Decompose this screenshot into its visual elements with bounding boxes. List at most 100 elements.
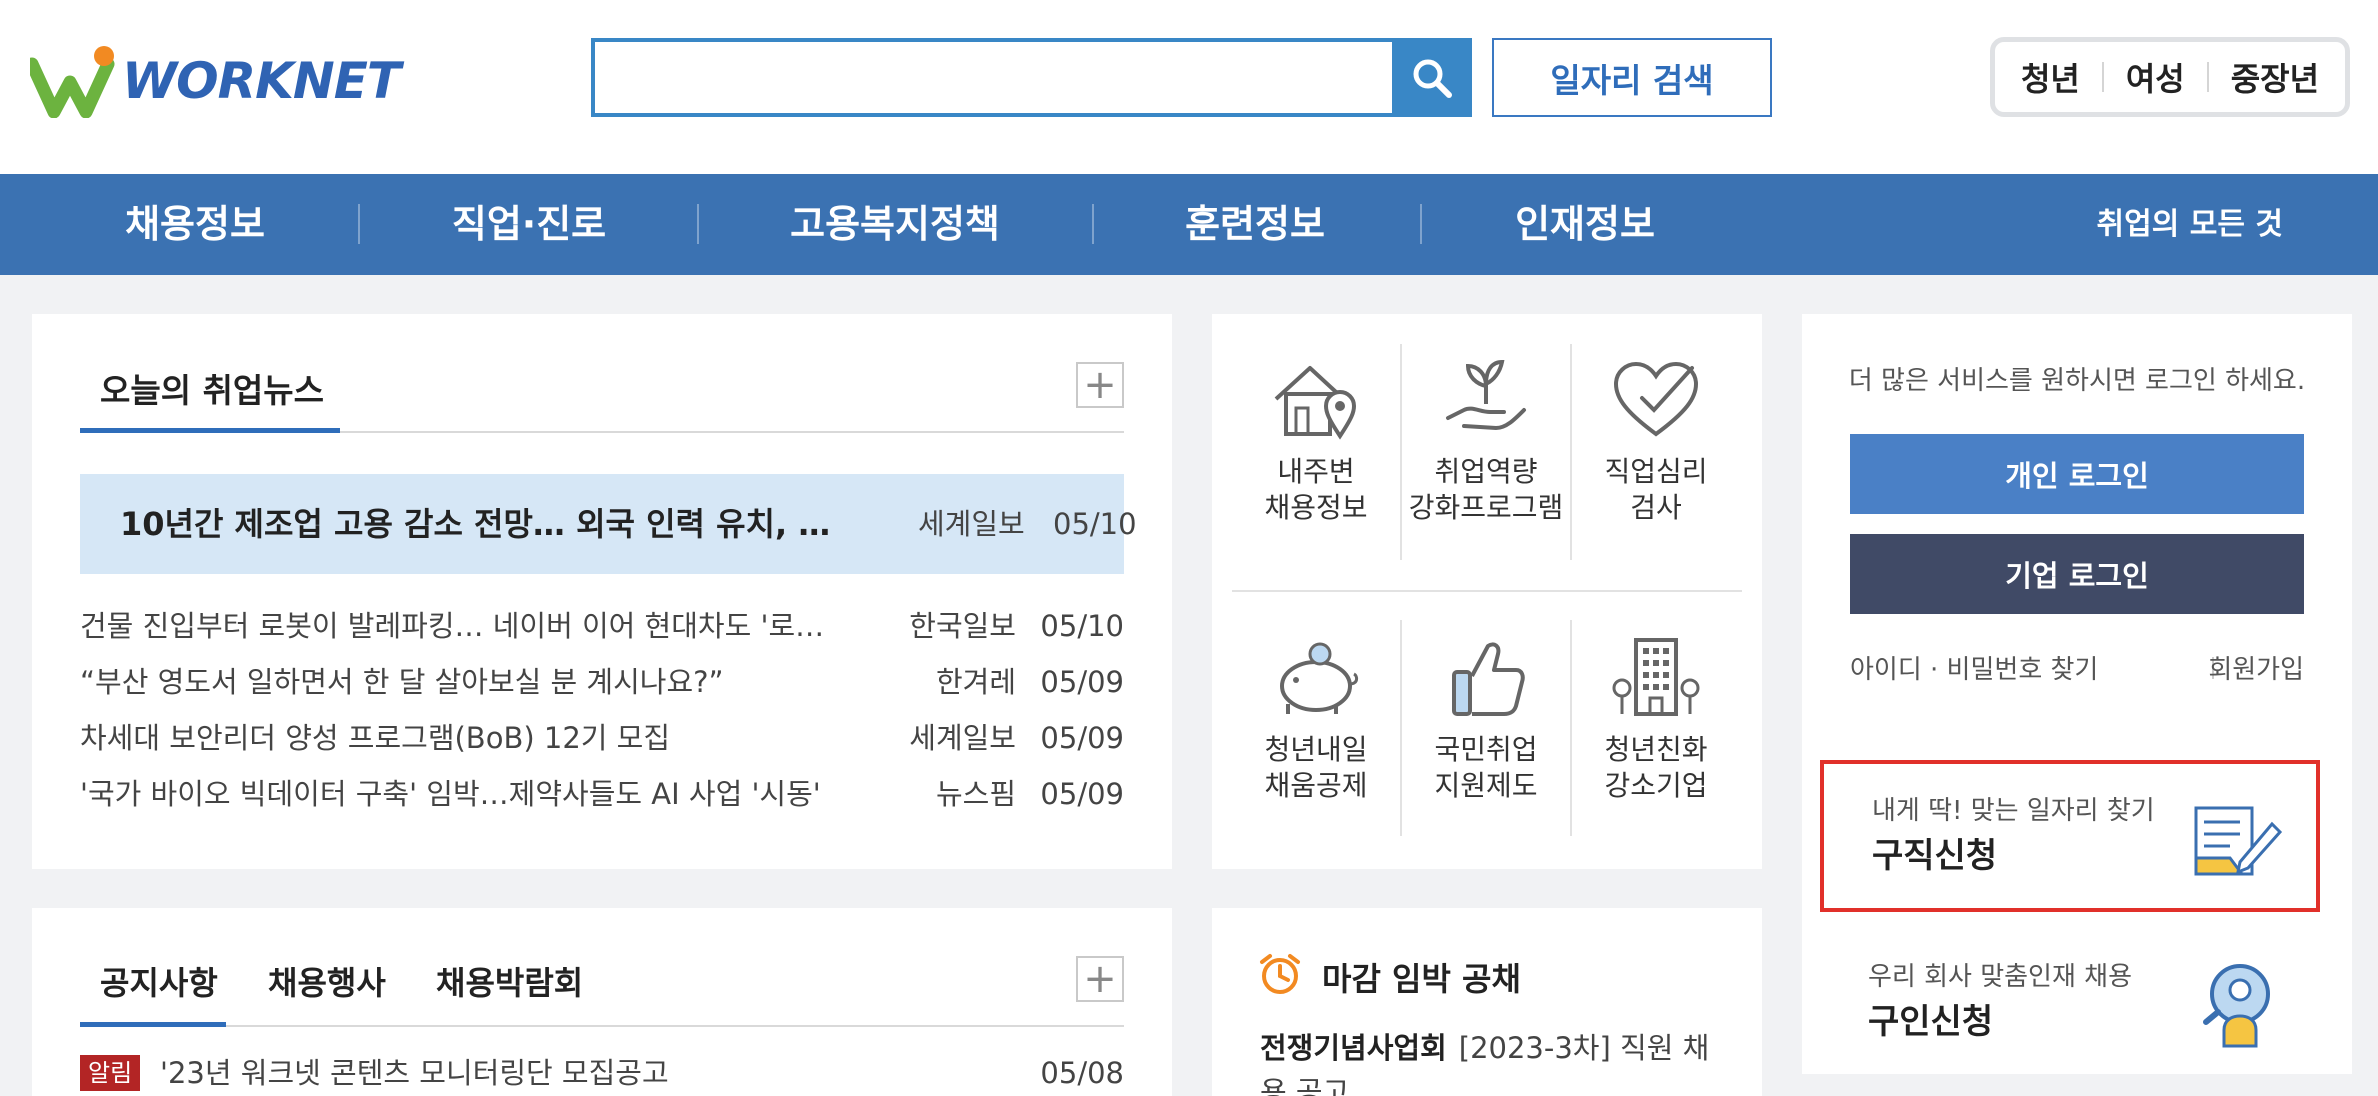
- job-application-title: 구직신청: [1872, 836, 1998, 876]
- news-item-title: “부산 영도서 일하면서 한 달 살아보실 분 계시나요?”: [80, 665, 724, 699]
- notice-more-button[interactable]: +: [1076, 956, 1124, 1002]
- building-icon: [1612, 638, 1700, 716]
- notice-item-title: '23년 워크넷 콘텐츠 모니터링단 모집공고: [160, 1056, 669, 1090]
- service-label-line1: 취업역량: [1434, 455, 1538, 488]
- service-label-line2: 채움공제: [1264, 769, 1368, 802]
- news-item-date: 05/09: [1040, 777, 1124, 811]
- sprout-hand-icon: [1446, 359, 1526, 431]
- nav-all-about-jobs[interactable]: 취업의 모든 것: [2097, 174, 2284, 275]
- news-headline[interactable]: 10년간 제조업 고용 감소 전망… 외국 인력 유치, … 세계일보 05/1…: [80, 474, 1137, 574]
- nav-divider: [1420, 204, 1422, 244]
- login-links: 아이디 · 비밀번호 찾기 회원가입: [1850, 649, 2304, 689]
- deadline-title: 마감 임박 공채: [1322, 960, 1521, 998]
- headline-date: 05/10: [1053, 507, 1137, 541]
- search-button[interactable]: [1392, 38, 1472, 117]
- deadline-panel: 마감 임박 공채 전쟁기념사업회 [2023-3차] 직원 채용 공고: [1212, 908, 1762, 1096]
- service-youth-friendly-company[interactable]: 청년친화 강소기업: [1572, 632, 1740, 842]
- job-application-subtitle: 내게 딱! 맞는 일자리 찾기: [1872, 796, 2155, 826]
- personal-login-button[interactable]: 개인 로그인: [1850, 434, 2304, 514]
- notice-badge: 알림: [80, 1055, 141, 1091]
- signup-link[interactable]: 회원가입: [2208, 649, 2304, 686]
- divider: [1232, 590, 1742, 592]
- divider: [80, 1025, 1124, 1027]
- news-title[interactable]: 오늘의 취업뉴스: [100, 364, 324, 412]
- news-item-title: 차세대 보안리더 양성 프로그램(BoB) 12기 모집: [80, 721, 671, 755]
- recruitment-application-card[interactable]: 우리 회사 맞춤인재 채용 구인신청: [1820, 918, 2320, 1070]
- recruitment-application-subtitle: 우리 회사 맞춤인재 채용: [1868, 962, 2132, 992]
- news-item[interactable]: 차세대 보안리더 양성 프로그램(BoB) 12기 모집 세계일보 05/09: [80, 716, 1124, 760]
- job-application-card[interactable]: 내게 딱! 맞는 일자리 찾기 구직신청: [1820, 760, 2320, 912]
- active-tab-indicator: [80, 1022, 226, 1027]
- search-box: [591, 38, 1472, 117]
- header: WORKNET 일자리 검색 청년 여성 중장년: [0, 0, 2378, 174]
- tab-job-fairs[interactable]: 채용박람회: [436, 958, 583, 1004]
- find-id-password-link[interactable]: 아이디 · 비밀번호 찾기: [1850, 649, 2098, 686]
- quick-link-middle-aged[interactable]: 중장년: [2209, 54, 2341, 100]
- search-icon: [1413, 59, 1452, 98]
- service-capacity-program[interactable]: 취업역량 강화프로그램: [1402, 354, 1570, 564]
- deadline-item-org: 전쟁기념사업회: [1260, 1031, 1447, 1065]
- service-label-line2: 채용정보: [1264, 491, 1368, 524]
- piggy-bank-icon: [1280, 642, 1359, 714]
- news-item-title: 건물 진입부터 로봇이 발레파킹… 네이버 이어 현대차도 '로…: [80, 609, 825, 643]
- thumbs-up-icon: [1452, 642, 1525, 716]
- nav-item-training[interactable]: 훈련정보: [1150, 174, 1360, 275]
- nav-item-career[interactable]: 직업·진로: [420, 174, 638, 275]
- headline-source: 세계일보: [918, 507, 1025, 541]
- plus-icon: +: [1083, 362, 1117, 408]
- news-item-source: 뉴스핌: [935, 777, 1016, 811]
- news-panel: 오늘의 취업뉴스 + 10년간 제조업 고용 감소 전망… 외국 인력 유치, …: [32, 314, 1172, 869]
- service-nearby-jobs[interactable]: 내주변 채용정보: [1232, 354, 1400, 564]
- news-item[interactable]: “부산 영도서 일하면서 한 달 살아보실 분 계시나요?” 한겨레 05/09: [80, 660, 1124, 704]
- login-message: 더 많은 서비스를 원하시면 로그인 하세요.: [1848, 366, 2306, 396]
- nav-divider: [1092, 204, 1094, 244]
- recruitment-application-title: 구인신청: [1868, 1002, 1994, 1042]
- quick-link-youth[interactable]: 청년: [1999, 54, 2102, 100]
- company-login-button[interactable]: 기업 로그인: [1850, 534, 2304, 614]
- news-item-source: 세계일보: [909, 721, 1016, 755]
- logo-mark-icon: [25, 42, 130, 119]
- news-item-title: '국가 바이오 빅데이터 구축' 임박…제약사들도 AI 사업 '시동': [80, 777, 821, 811]
- nav-divider: [697, 204, 699, 244]
- news-item-date: 05/09: [1040, 665, 1124, 699]
- notice-item[interactable]: 알림 '23년 워크넷 콘텐츠 모니터링단 모집공고 05/08: [80, 1053, 1124, 1093]
- login-panel: 더 많은 서비스를 원하시면 로그인 하세요. 개인 로그인 기업 로그인 아이…: [1802, 314, 2352, 1074]
- house-location-icon: [1274, 366, 1357, 440]
- news-item-date: 05/10: [1040, 609, 1124, 643]
- nav-item-talent[interactable]: 인재정보: [1480, 174, 1690, 275]
- news-item[interactable]: 건물 진입부터 로봇이 발레파킹… 네이버 이어 현대차도 '로… 한국일보 0…: [80, 604, 1124, 648]
- news-item-source: 한겨레: [935, 665, 1016, 699]
- service-youth-savings[interactable]: 청년내일 채움공제: [1232, 632, 1400, 842]
- nav-item-welfare-policy[interactable]: 고용복지정책: [775, 174, 1015, 275]
- nav-divider: [358, 204, 360, 244]
- worknet-logo[interactable]: WORKNET: [25, 38, 401, 119]
- magnifier-person-icon: [2203, 964, 2270, 1048]
- deadline-item[interactable]: 전쟁기념사업회 [2023-3차] 직원 채용 공고: [1260, 1026, 1720, 1096]
- news-item-source: 한국일보: [909, 609, 1016, 643]
- service-label-line1: 직업심리: [1604, 455, 1708, 488]
- service-psych-test[interactable]: 직업심리 검사: [1572, 354, 1740, 564]
- service-label-line2: 지원제도: [1434, 769, 1538, 802]
- service-national-employment[interactable]: 국민취업 지원제도: [1402, 632, 1570, 842]
- notice-panel: 공지사항 채용행사 채용박람회 + 알림 '23년 워크넷 콘텐츠 모니터링단 …: [32, 908, 1172, 1096]
- news-item[interactable]: '국가 바이오 빅데이터 구축' 임박…제약사들도 AI 사업 '시동' 뉴스핌…: [80, 772, 1124, 816]
- notice-item-date: 05/08: [1040, 1056, 1124, 1090]
- service-label-line2: 강화프로그램: [1408, 491, 1564, 524]
- tab-recruitment-events[interactable]: 채용행사: [268, 958, 386, 1004]
- active-tab-indicator: [80, 428, 340, 433]
- nav-item-recruitment[interactable]: 채용정보: [90, 174, 300, 275]
- search-input[interactable]: [595, 42, 1472, 113]
- headline-title: 10년간 제조업 고용 감소 전망… 외국 인력 유치, …: [120, 505, 831, 543]
- heart-check-icon: [1613, 361, 1699, 437]
- news-more-button[interactable]: +: [1076, 362, 1124, 408]
- service-label-line2: 강소기업: [1604, 769, 1708, 802]
- job-search-button[interactable]: 일자리 검색: [1492, 38, 1772, 117]
- service-label-line1: 내주변: [1277, 455, 1355, 488]
- service-label-line1: 국민취업: [1434, 733, 1538, 766]
- logo-text: WORKNET: [122, 52, 401, 110]
- plus-icon: +: [1083, 956, 1117, 1002]
- main-nav: 채용정보 직업·진로 고용복지정책 훈련정보 인재정보 취업의 모든 것: [0, 174, 2378, 275]
- quick-link-women[interactable]: 여성: [2104, 54, 2207, 100]
- tab-notices[interactable]: 공지사항: [100, 958, 218, 1004]
- alarm-clock-icon: [1260, 954, 1300, 994]
